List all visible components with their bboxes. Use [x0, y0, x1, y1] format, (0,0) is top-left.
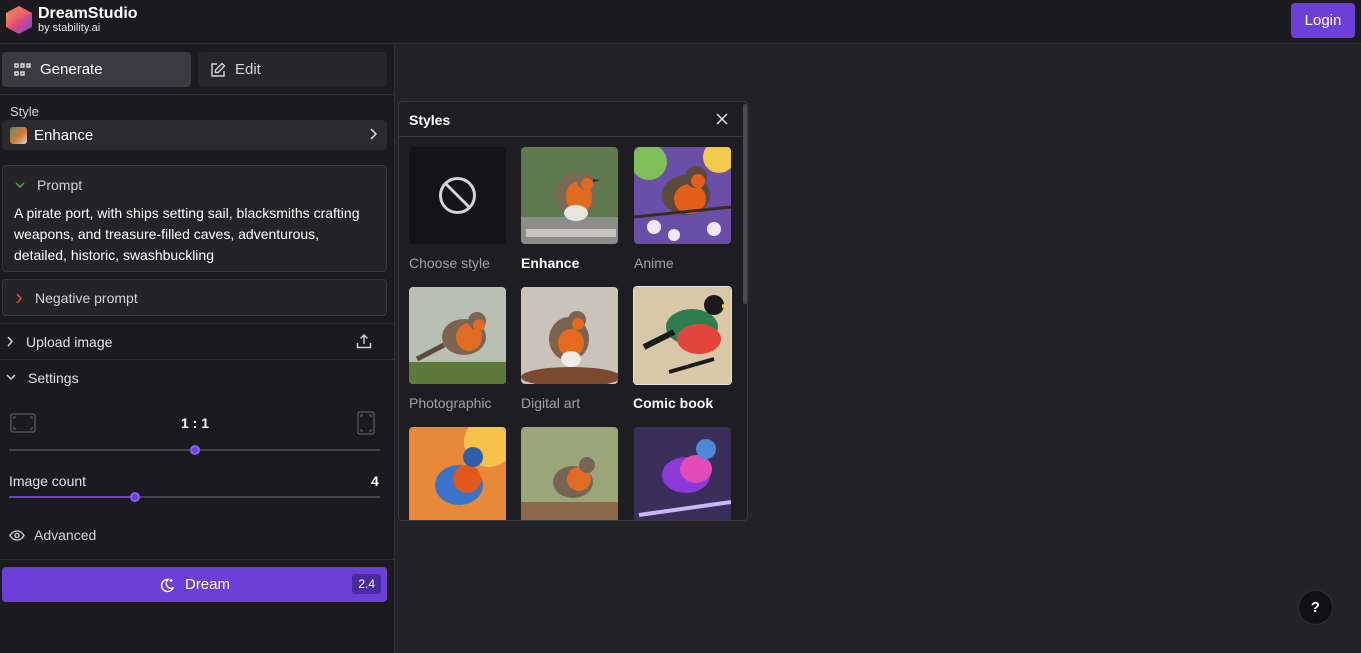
- prompt-toggle[interactable]: Prompt: [15, 177, 82, 193]
- landscape-ratio-icon[interactable]: [10, 413, 36, 433]
- tab-generate[interactable]: Generate: [2, 52, 191, 87]
- image-count-slider-thumb[interactable]: [130, 492, 141, 502]
- styles-popup: Styles Choose style Enhance Anime Photog…: [398, 101, 748, 521]
- style-tile-photographic[interactable]: [409, 287, 506, 384]
- tab-edit-label: Edit: [235, 61, 261, 78]
- dreamstudio-logo: [6, 6, 32, 34]
- help-button[interactable]: ?: [1298, 590, 1333, 625]
- chevron-down-icon: [15, 181, 25, 188]
- upload-image-row[interactable]: Upload image: [0, 324, 394, 359]
- divider: [399, 136, 747, 137]
- close-icon[interactable]: [715, 112, 729, 126]
- style-tile-comic-book[interactable]: [633, 286, 732, 385]
- style-tile[interactable]: [409, 427, 506, 520]
- style-tile-enhance[interactable]: [521, 147, 618, 244]
- dream-cost-badge: 2.4: [352, 574, 381, 594]
- tab-generate-label: Generate: [40, 61, 103, 78]
- settings-label: Settings: [28, 369, 79, 386]
- style-label-choose: Choose style: [409, 255, 490, 271]
- upload-image-label: Upload image: [26, 333, 113, 350]
- style-tile[interactable]: [521, 427, 618, 520]
- divider: [0, 94, 394, 95]
- advanced-toggle[interactable]: Advanced: [9, 527, 96, 543]
- style-tile-anime[interactable]: [634, 147, 731, 244]
- robin-image: [521, 147, 618, 244]
- portrait-ratio-icon[interactable]: [357, 411, 375, 435]
- comic-bird-image: [634, 287, 731, 384]
- styles-scrollbar[interactable]: [743, 104, 747, 304]
- negative-prompt-toggle[interactable]: Negative prompt: [15, 290, 138, 306]
- image-count-slider-fill: [9, 496, 136, 498]
- image-count-slider[interactable]: [9, 492, 380, 502]
- chevron-right-icon: [16, 293, 23, 303]
- divider: [0, 559, 394, 560]
- bird-image: [409, 427, 506, 520]
- upload-icon[interactable]: [356, 333, 372, 349]
- style-label-digital-art: Digital art: [521, 395, 581, 411]
- style-tile-choose[interactable]: [409, 147, 506, 244]
- chevron-right-icon: [7, 336, 14, 347]
- style-label-comic-book: Comic book: [633, 395, 714, 411]
- image-count-label: Image count: [9, 473, 87, 489]
- style-value: Enhance: [34, 126, 94, 144]
- prompt-input[interactable]: A pirate port, with ships setting sail, …: [14, 203, 374, 266]
- chevron-right-icon: [370, 128, 377, 140]
- negative-prompt-section[interactable]: Negative prompt: [2, 279, 387, 316]
- styles-popup-title: Styles: [409, 112, 451, 128]
- image-count-value: 4: [371, 473, 379, 489]
- eye-icon: [9, 529, 25, 541]
- style-label-anime: Anime: [634, 255, 674, 271]
- style-tile-digital-art[interactable]: [521, 287, 618, 384]
- anime-robin-image: [634, 147, 731, 244]
- bird-image: [521, 427, 618, 520]
- aspect-ratio-slider[interactable]: [9, 445, 380, 455]
- style-selector[interactable]: Enhance: [2, 120, 387, 150]
- prohibited-icon: [439, 177, 476, 214]
- aspect-ratio-slider-thumb[interactable]: [189, 445, 200, 455]
- sidebar: Generate Edit Style Enhance Prompt A pir…: [0, 45, 395, 653]
- moon-sparkle-icon: [160, 578, 175, 592]
- style-label-enhance: Enhance: [521, 255, 580, 271]
- app-name: DreamStudio: [38, 5, 138, 22]
- dream-label: Dream: [184, 576, 230, 593]
- negative-prompt-label: Negative prompt: [35, 290, 138, 306]
- edit-icon: [211, 62, 226, 77]
- dream-button[interactable]: Dream 2.4: [2, 567, 387, 602]
- brand: DreamStudio by stability.ai: [38, 5, 138, 35]
- prompt-label: Prompt: [37, 177, 83, 193]
- app-subtitle: by stability.ai: [38, 22, 101, 34]
- style-label: Style: [10, 104, 39, 119]
- aspect-ratio-value: 1 : 1: [181, 415, 210, 431]
- style-label-photographic: Photographic: [409, 395, 492, 411]
- settings-row[interactable]: Settings: [0, 360, 394, 395]
- style-tile[interactable]: [634, 427, 731, 520]
- digital-robin-image: [521, 287, 618, 384]
- bird-image: [634, 427, 731, 520]
- advanced-label: Advanced: [34, 527, 97, 543]
- photo-robin-image: [409, 287, 506, 384]
- grid-icon: [14, 62, 31, 76]
- chevron-down-icon: [6, 374, 16, 381]
- prompt-section: Prompt A pirate port, with ships setting…: [2, 165, 387, 272]
- top-bar: DreamStudio by stability.ai Login: [0, 0, 1361, 44]
- login-button[interactable]: Login: [1291, 3, 1355, 38]
- tab-edit[interactable]: Edit: [198, 52, 387, 87]
- style-thumbnail: [10, 126, 27, 144]
